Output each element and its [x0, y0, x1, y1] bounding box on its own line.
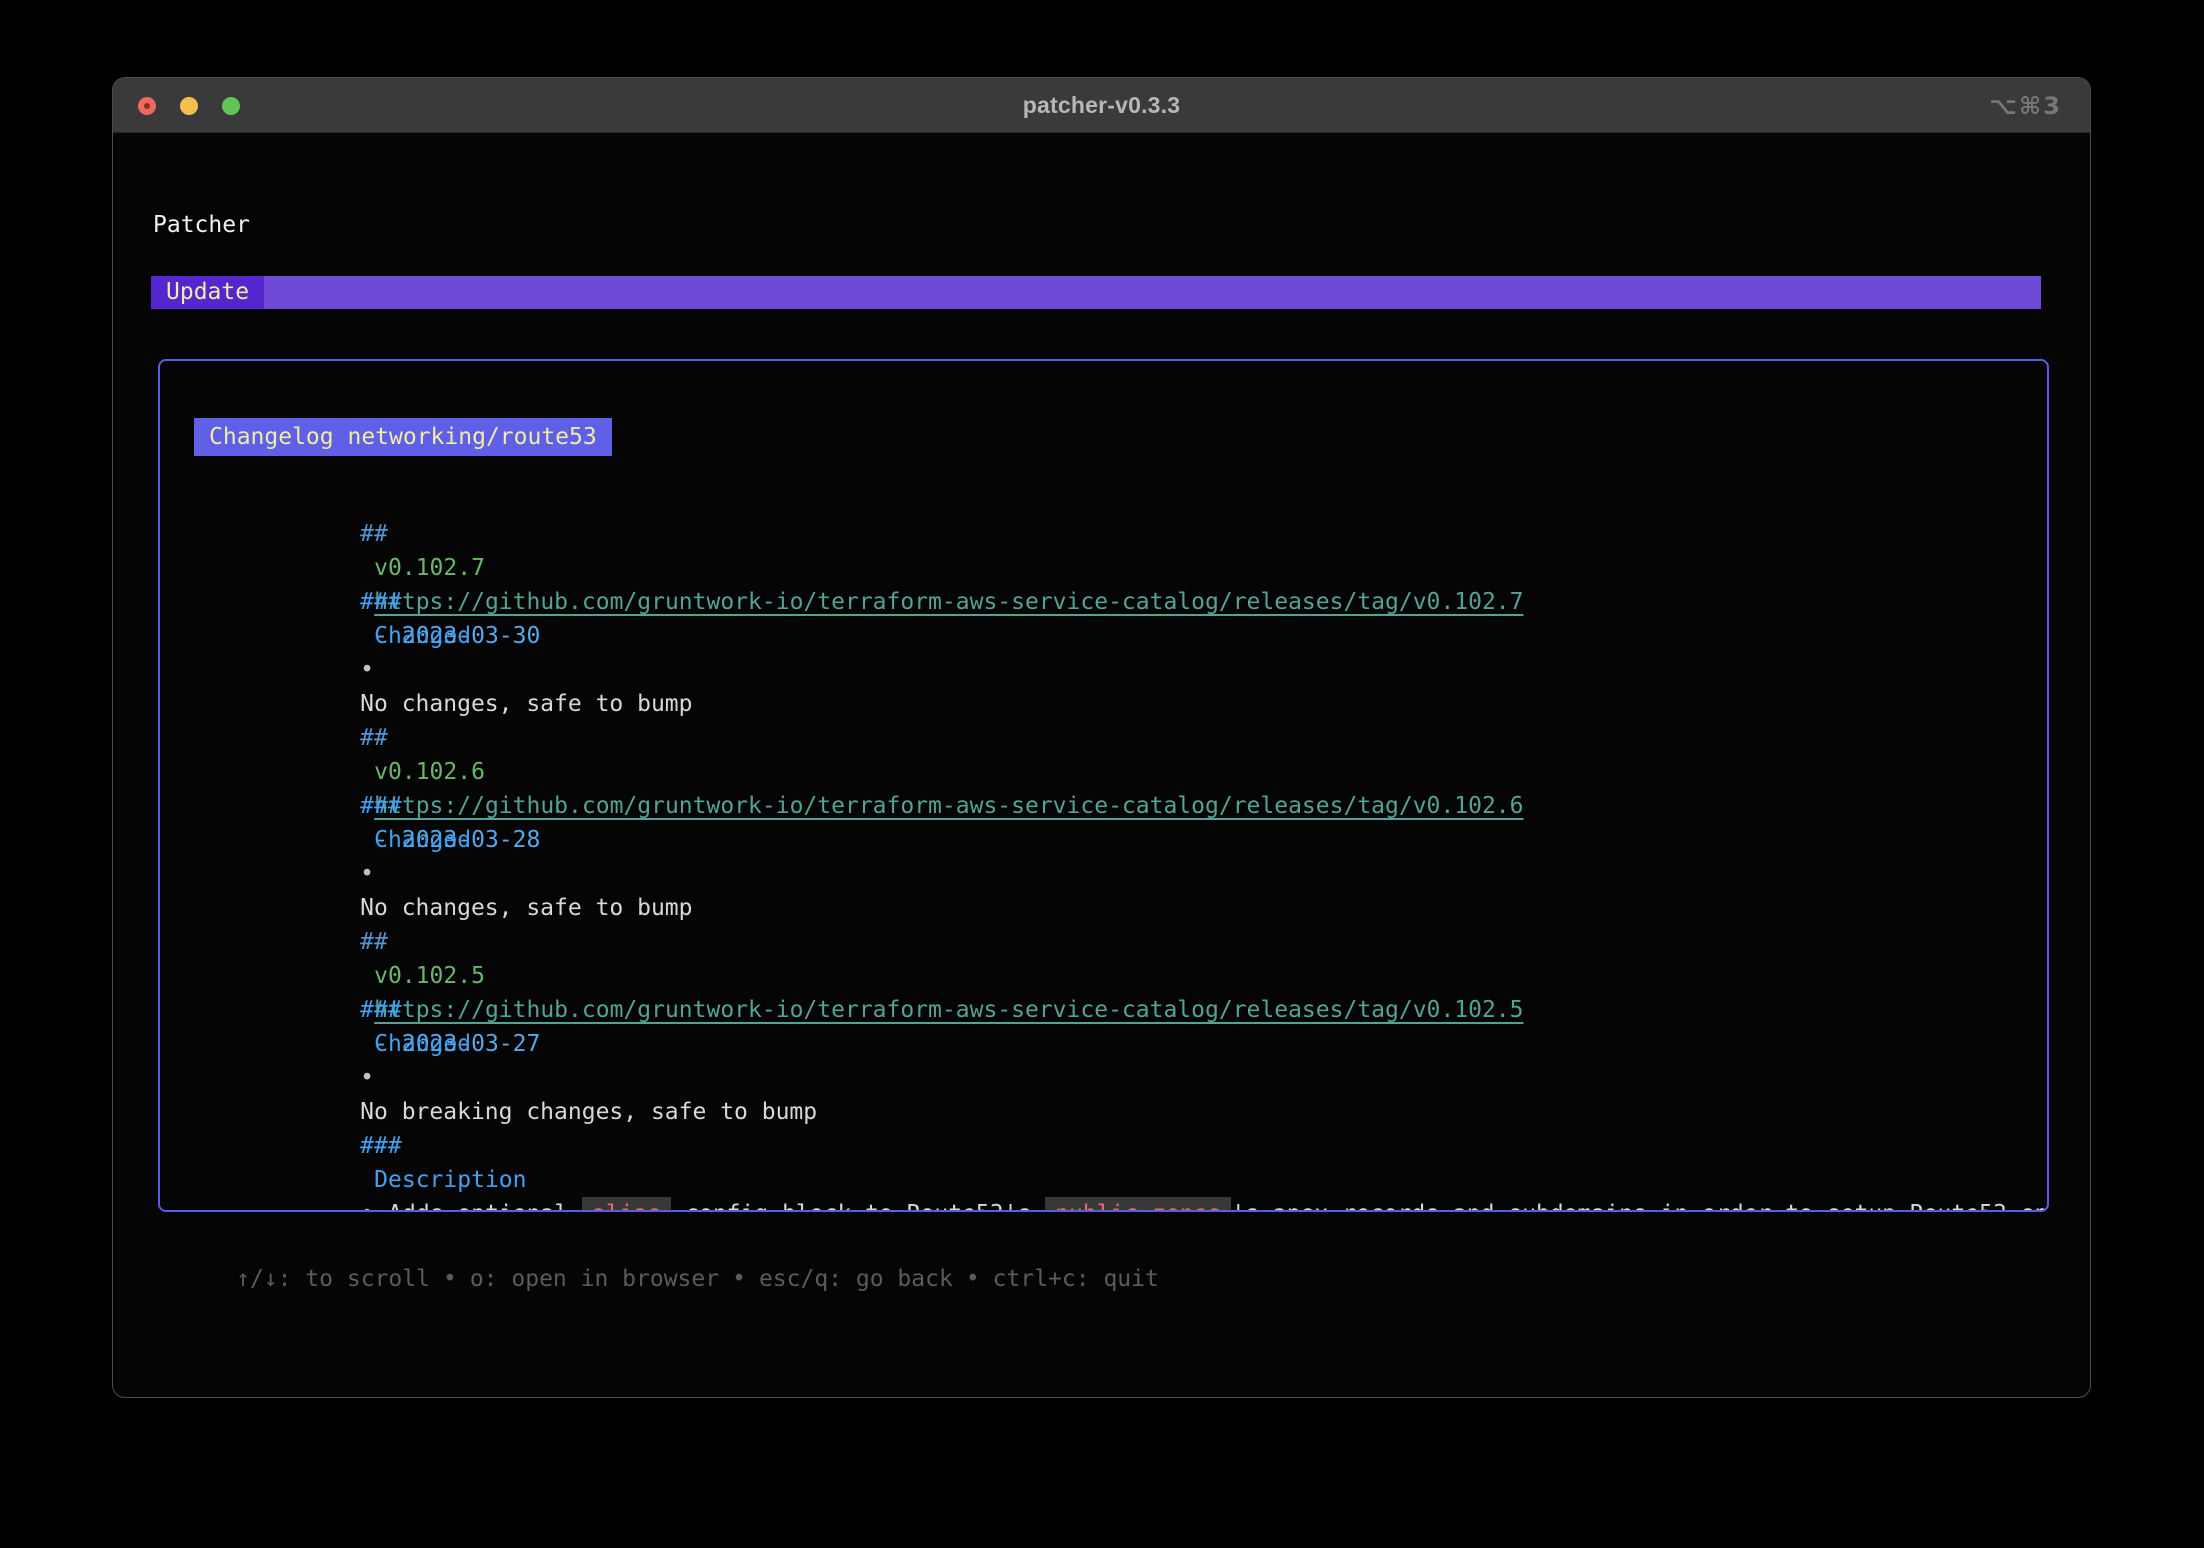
window-titlebar: patcher-v0.3.3 ⌥⌘3	[113, 78, 2090, 133]
inline-code: alias	[582, 1197, 671, 1212]
hint-open-browser: o: open in browser	[470, 1266, 719, 1292]
tab-bar: Update	[151, 276, 2041, 309]
h3-marker: ###	[360, 589, 402, 615]
release-link[interactable]: https://github.com/gruntwork-io/terrafor…	[374, 997, 1523, 1023]
h2-marker: ##	[360, 725, 388, 751]
h3-marker: ###	[360, 1133, 402, 1159]
h2-marker: ##	[360, 521, 388, 547]
bullet-icon: •	[360, 857, 388, 891]
section-label: Changed	[374, 623, 471, 649]
window-title: patcher-v0.3.3	[1023, 92, 1181, 119]
section-label: Changed	[374, 827, 471, 853]
inline-code: public_zones	[1045, 1197, 1231, 1212]
release-version: v0.102.6	[374, 759, 485, 785]
hint-quit: ctrl+c: quit	[993, 1266, 1159, 1292]
changelog-panel[interactable]: Changelog networking/route53 ## v0.102.7…	[158, 359, 2049, 1212]
bullet-icon: •	[360, 1061, 388, 1095]
bullet-text: No breaking changes, safe to bump	[360, 1099, 817, 1125]
changelog-lines: ## v0.102.7 https://github.com/gruntwork…	[194, 483, 2013, 1197]
dot-separator-icon: •	[732, 1266, 746, 1292]
release-version: v0.102.7	[374, 555, 485, 581]
description-text: 's apex records and subdomains in order …	[1231, 1201, 2049, 1212]
release-link[interactable]: https://github.com/gruntwork-io/terrafor…	[374, 589, 1523, 615]
bullet-text: No changes, safe to bump	[360, 691, 692, 717]
close-button[interactable]	[138, 97, 156, 115]
h2-marker: ##	[360, 929, 388, 955]
release-heading: ## v0.102.7 https://github.com/gruntwork…	[194, 483, 2013, 517]
section-label: Changed	[374, 1031, 471, 1057]
release-version: v0.102.5	[374, 963, 485, 989]
release-link[interactable]: https://github.com/gruntwork-io/terrafor…	[374, 793, 1523, 819]
dot-separator-icon: •	[966, 1266, 980, 1292]
h3-marker: ###	[360, 793, 402, 819]
changelog-content: Changelog networking/route53 ## v0.102.7…	[160, 361, 2047, 1197]
tab-update[interactable]: Update	[151, 276, 264, 309]
bullet-icon: •	[360, 653, 388, 687]
page-title: Patcher	[153, 211, 250, 239]
bullet-text: No changes, safe to bump	[360, 895, 692, 921]
help-bar: ↑/↓: to scroll•o: open in browser•esc/q:…	[153, 1234, 1159, 1264]
traffic-lights	[138, 78, 240, 133]
keyboard-shortcut-hint: ⌥⌘3	[1989, 78, 2062, 133]
zoom-button[interactable]	[222, 97, 240, 115]
hint-go-back: esc/q: go back	[759, 1266, 953, 1292]
hint-scroll: ↑/↓: to scroll	[236, 1266, 430, 1292]
description-text: Adds optional	[388, 1201, 582, 1212]
description-text: config block to Route53's	[671, 1201, 1045, 1212]
minimize-button[interactable]	[180, 97, 198, 115]
h3-marker: ###	[360, 997, 402, 1023]
section-label: Description	[374, 1167, 526, 1193]
bullet-icon: •	[360, 1197, 388, 1212]
app-window: patcher-v0.3.3 ⌥⌘3 Patcher Update Change…	[112, 77, 2091, 1398]
dot-separator-icon: •	[443, 1266, 457, 1292]
desktop-background: patcher-v0.3.3 ⌥⌘3 Patcher Update Change…	[0, 0, 2204, 1548]
changelog-badge: Changelog networking/route53	[194, 418, 612, 456]
